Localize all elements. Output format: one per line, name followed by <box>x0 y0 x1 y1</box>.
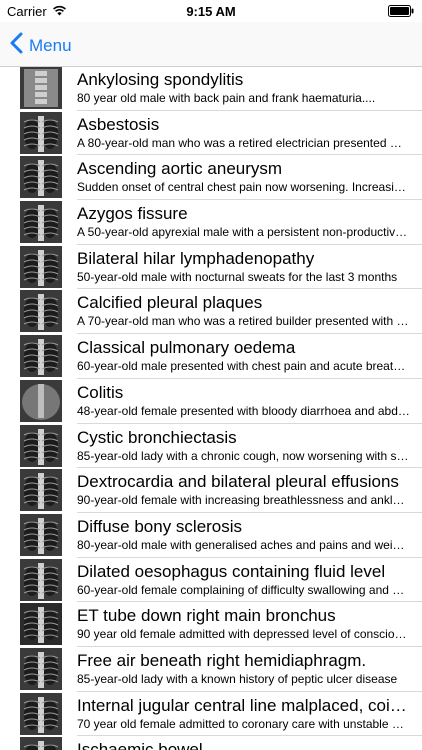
list-item[interactable]: Dextrocardia and bilateral pleural effus… <box>0 468 422 513</box>
list-item[interactable]: Colitis 48-year-old female presented with… <box>0 379 422 424</box>
list-item-text: Calcified pleural plaques A 70-year-old m… <box>77 292 410 329</box>
list-item[interactable]: Ascending aortic aneurysm Sudden onset of… <box>0 155 422 201</box>
list-item-title: Dextrocardia and bilateral pleural effus… <box>77 472 399 492</box>
list-item-text: Asbestosis A 80-year-old man who was a re… <box>77 114 410 151</box>
screen: Carrier 9:15 AM Menu Ankylosing spondyli… <box>0 0 422 750</box>
list-item-title: Calcified pleural plaques <box>77 293 263 313</box>
list-item-text: Colitis 48-year-old female presented with… <box>77 382 410 419</box>
list-item-title: Ischaemic bowel <box>77 740 203 750</box>
list-item-title: Asbestosis <box>77 114 160 134</box>
list-item-title: Ascending aortic aneurysm <box>77 159 283 179</box>
status-time: 9:15 AM <box>186 4 236 19</box>
xray-thumbnail <box>20 692 62 735</box>
xray-thumbnail <box>20 603 62 646</box>
xray-thumbnail <box>20 111 62 154</box>
xray-thumbnail <box>20 424 62 467</box>
list-item-text: Ascending aortic aneurysm Sudden onset of… <box>77 158 410 195</box>
list-item-subtitle: 85-year-old lady with a known history of… <box>77 671 398 686</box>
xray-thumbnail <box>20 245 62 288</box>
list-item[interactable]: Cystic bronchiectasis 85-year-old lady wi… <box>0 424 422 469</box>
list-item-text: Free air beneath right hemidiaphragm. 85-… <box>77 650 410 687</box>
list-item-title: Internal jugular central line malplaced,… <box>77 695 410 715</box>
list-item-text: ET tube down right main bronchus 90 year … <box>77 605 410 642</box>
xray-thumbnail <box>20 558 62 601</box>
list-item-subtitle: 48-year-old female presented with bloody… <box>77 403 410 418</box>
xray-thumbnail <box>20 67 62 109</box>
list-item[interactable]: Internal jugular central line malplaced,… <box>0 692 422 737</box>
list-item-subtitle: 50-year-old male with nocturnal sweats f… <box>77 269 398 284</box>
list-item-title: Classical pulmonary oedema <box>77 338 296 358</box>
xray-thumbnail <box>20 379 62 422</box>
list-item-text: Bilateral hilar lymphadenopathy 50-year-o… <box>77 248 410 285</box>
chevron-left-icon <box>10 32 29 59</box>
xray-thumbnail <box>20 513 62 556</box>
list-item-title: Colitis <box>77 382 124 402</box>
list-item[interactable]: Azygos fissure A 50-year-old apyrexial ma… <box>0 200 422 245</box>
xray-thumbnail <box>20 201 62 244</box>
list-item[interactable]: Asbestosis A 80-year-old man who was a re… <box>0 111 422 156</box>
list-item-title: ET tube down right main bronchus <box>77 606 336 626</box>
list-item-subtitle: 80 year old male with back pain and fran… <box>77 91 376 105</box>
list-item-title: Bilateral hilar lymphadenopathy <box>77 248 315 268</box>
xray-thumbnail <box>20 647 62 690</box>
xray-thumbnail <box>20 737 62 750</box>
list-item-subtitle: 60-year-old female complaining of diffic… <box>77 582 410 597</box>
list-item-text: Internal jugular central line malplaced,… <box>77 695 410 732</box>
list-item-title: Cystic bronchiectasis <box>77 427 237 447</box>
list-item-subtitle: A 80-year-old man who was a retired elec… <box>77 135 410 150</box>
list-item-subtitle: 80-year-old male with generalised aches … <box>77 537 410 552</box>
list-item-title: Azygos fissure <box>77 204 188 224</box>
list-item-text: Ischaemic bowel <box>77 739 410 750</box>
list-item-subtitle: A 50-year-old apyrexial male with a pers… <box>77 225 410 240</box>
list-item[interactable]: Calcified pleural plaques A 70-year-old m… <box>0 289 422 335</box>
list-item-text: Ankylosing spondylitis 80 year old male w… <box>77 69 410 106</box>
list-item[interactable]: Diffuse bony sclerosis 80-year-old male w… <box>0 513 422 558</box>
list-item-text: Diffuse bony sclerosis 80-year-old male w… <box>77 516 410 553</box>
xray-thumbnail <box>20 335 62 378</box>
list-item-text: Classical pulmonary oedema 60-year-old ma… <box>77 337 410 374</box>
list-item[interactable]: Bilateral hilar lymphadenopathy 50-year-o… <box>0 245 422 290</box>
list-item-title: Ankylosing spondylitis <box>77 70 244 89</box>
list-item-text: Dilated oesophagus containing fluid leve… <box>77 561 410 598</box>
list-item-subtitle: 85-year-old lady with a chronic cough, n… <box>77 448 410 463</box>
list-item-subtitle: 60-year-old male presented with chest pa… <box>77 359 410 374</box>
list-item-subtitle: 90-year-old female with increasing breat… <box>77 493 410 508</box>
list-item[interactable]: Dilated oesophagus containing fluid leve… <box>0 558 422 603</box>
xray-thumbnail <box>20 156 62 199</box>
list-item-text: Azygos fissure A 50-year-old apyrexial ma… <box>77 203 410 240</box>
list-item[interactable]: Ankylosing spondylitis 80 year old male w… <box>0 66 422 111</box>
list-item[interactable]: ET tube down right main bronchus 90 year … <box>0 602 422 647</box>
list-item[interactable]: Free air beneath right hemidiaphragm. 85-… <box>0 647 422 692</box>
list-item-text: Cystic bronchiectasis 85-year-old lady wi… <box>77 427 410 464</box>
list-item-subtitle: 90 year old female admitted with depress… <box>77 627 410 642</box>
list-item-title: Dilated oesophagus containing fluid leve… <box>77 561 386 581</box>
list-item[interactable]: Classical pulmonary oedema 60-year-old ma… <box>0 334 422 379</box>
case-list: Ankylosing spondylitis 80 year old male w… <box>0 66 422 750</box>
list-item-subtitle: Sudden onset of central chest pain now w… <box>77 180 410 195</box>
xray-thumbnail <box>20 290 62 333</box>
back-menu-label: Menu <box>29 35 72 55</box>
list-item[interactable]: Ischaemic bowel <box>0 736 422 750</box>
battery-icon <box>388 5 414 20</box>
back-menu-button[interactable]: Menu <box>10 32 72 59</box>
xray-thumbnail <box>20 469 62 512</box>
navigation-bar: Menu <box>0 22 422 67</box>
list-item-subtitle: A 70-year-old man who was a retired buil… <box>77 314 410 329</box>
status-bar: Carrier 9:15 AM <box>0 0 422 22</box>
list-item-title: Diffuse bony sclerosis <box>77 516 243 536</box>
list-item-title: Free air beneath right hemidiaphragm. <box>77 650 367 670</box>
list-item-text: Dextrocardia and bilateral pleural effus… <box>77 471 410 508</box>
list-item-subtitle: 70 year old female admitted to coronary … <box>77 716 410 731</box>
